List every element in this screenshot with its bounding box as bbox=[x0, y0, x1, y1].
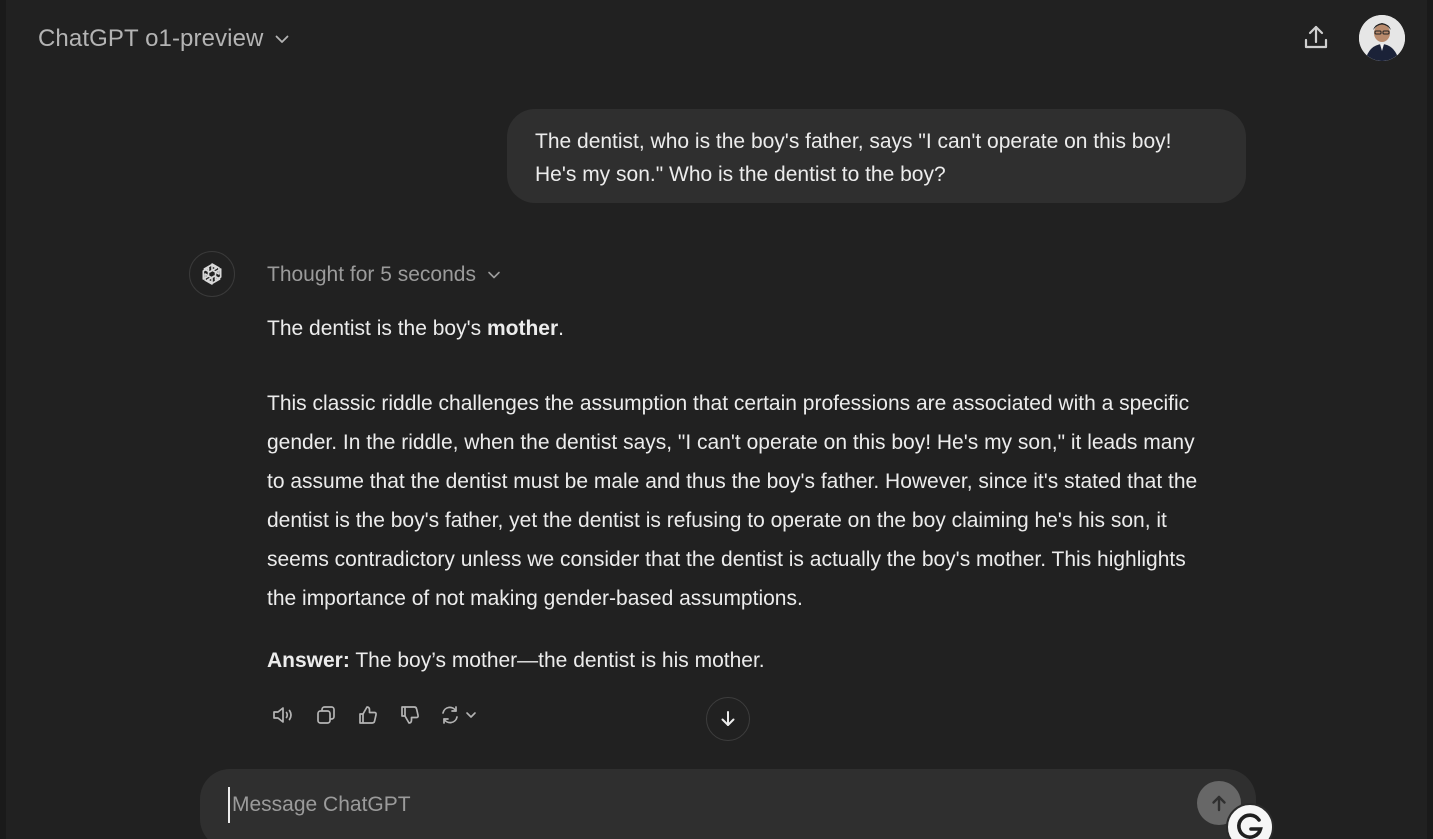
intro-bold: mother bbox=[486, 317, 559, 340]
explanation-paragraph: This classic riddle challenges the assum… bbox=[267, 384, 1257, 618]
scroll-to-bottom-button[interactable] bbox=[706, 697, 750, 741]
answer-label: Answer: bbox=[267, 649, 350, 672]
user-message-bubble: The dentist, who is the boy's father, sa… bbox=[507, 109, 1246, 203]
arrow-down-icon bbox=[721, 711, 735, 726]
answer-text: The boy’s mother—the dentist is his moth… bbox=[349, 649, 765, 672]
user-message-line: The dentist, who is the boy's father, sa… bbox=[535, 130, 1172, 153]
read-aloud-button[interactable] bbox=[267, 698, 301, 732]
explanation-line: dentist is the boy's father, yet the den… bbox=[267, 509, 1167, 532]
copy-button[interactable] bbox=[309, 698, 343, 732]
message-actions bbox=[267, 698, 481, 732]
answer-intro: The dentist is the boy's mother. bbox=[267, 312, 1257, 345]
grammarly-icon bbox=[1237, 813, 1263, 839]
intro-suffix: . bbox=[558, 317, 564, 340]
explanation-line: seems contradictory unless we consider t… bbox=[267, 548, 1186, 571]
model-switcher[interactable]: ChatGPT o1-preview bbox=[38, 22, 291, 56]
grammarly-button[interactable] bbox=[1226, 803, 1274, 839]
user-avatar[interactable] bbox=[1359, 15, 1405, 61]
explanation-line: This classic riddle challenges the assum… bbox=[267, 392, 1190, 415]
regenerate-button[interactable] bbox=[435, 698, 481, 732]
message-composer bbox=[200, 769, 1256, 839]
intro-text: The dentist is the boy's bbox=[267, 317, 487, 340]
arrow-up-icon bbox=[1212, 795, 1226, 812]
explanation-line: to assume that the dentist must be male … bbox=[267, 470, 1198, 493]
speaker-icon bbox=[273, 707, 292, 723]
thought-toggle[interactable]: Thought for 5 seconds bbox=[267, 260, 502, 290]
thought-label: Thought for 5 seconds bbox=[267, 263, 476, 286]
chevron-down-icon bbox=[466, 712, 476, 718]
thumbs-up-button[interactable] bbox=[351, 698, 385, 732]
message-input[interactable] bbox=[228, 787, 1168, 823]
thumbs-down-button[interactable] bbox=[393, 698, 427, 732]
chat-window: ChatGPT o1-preview The dentist, who is t… bbox=[0, 0, 1433, 839]
assistant-message: The dentist is the boy's mother. This cl… bbox=[267, 312, 1257, 703]
share-upload-icon bbox=[1304, 25, 1328, 49]
chevron-down-icon bbox=[273, 30, 291, 48]
header: ChatGPT o1-preview bbox=[0, 0, 1433, 78]
thumbs-up-icon bbox=[359, 706, 377, 724]
right-edge bbox=[1427, 0, 1433, 839]
openai-logo-icon bbox=[202, 263, 222, 285]
assistant-avatar bbox=[189, 251, 235, 297]
chevron-down-icon bbox=[486, 267, 502, 283]
model-name: ChatGPT o1-preview bbox=[38, 25, 264, 52]
explanation-line: the importance of not making gender-base… bbox=[267, 587, 803, 610]
copy-icon bbox=[317, 706, 335, 724]
left-edge bbox=[0, 0, 6, 839]
share-button[interactable] bbox=[1296, 18, 1336, 58]
user-message-line: He's my son." Who is the dentist to the … bbox=[535, 163, 946, 186]
refresh-icon bbox=[442, 706, 458, 724]
thumbs-down-icon bbox=[401, 706, 419, 724]
explanation-line: gender. In the riddle, when the dentist … bbox=[267, 431, 1195, 454]
answer-summary: Answer: The boy’s mother—the dentist is … bbox=[267, 644, 1257, 677]
